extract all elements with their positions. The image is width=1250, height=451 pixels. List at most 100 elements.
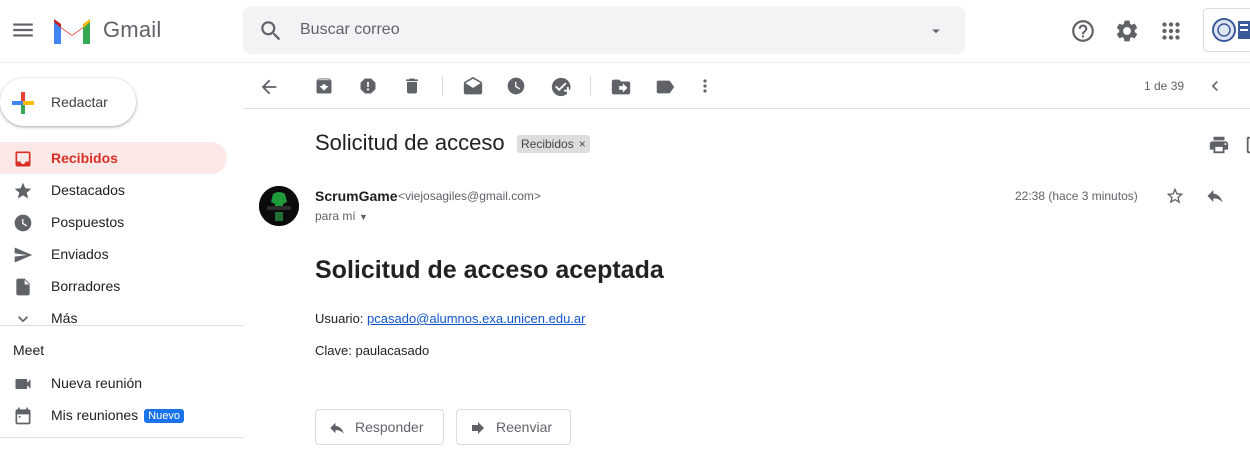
sidebar-item-drafts[interactable]: Borradores bbox=[0, 270, 227, 302]
sender-email: <viejosagiles@gmail.com> bbox=[398, 189, 541, 203]
newer-button[interactable] bbox=[1205, 76, 1225, 96]
apps-grid-icon bbox=[1162, 22, 1180, 40]
message-timestamp: 22:38 (hace 3 minutos) bbox=[1015, 189, 1138, 203]
inbox-icon bbox=[15, 151, 31, 167]
hamburger-menu-icon bbox=[13, 23, 33, 37]
open-new-window-button[interactable] bbox=[1244, 134, 1250, 154]
more-icon bbox=[703, 79, 707, 93]
chevron-down-icon bbox=[18, 316, 28, 323]
recipient-details[interactable]: para mí ▼ bbox=[315, 209, 368, 223]
settings-button[interactable] bbox=[1114, 18, 1140, 44]
add-to-tasks-button[interactable] bbox=[550, 76, 572, 98]
scrumgame-avatar-icon bbox=[259, 186, 299, 226]
star-outline-icon bbox=[1166, 187, 1184, 204]
toolbar-divider bbox=[243, 108, 1250, 109]
organization-logo-icon bbox=[1212, 18, 1250, 42]
email-body-user-line: Usuario: pcasado@alumnos.exa.unicen.edu.… bbox=[315, 311, 585, 326]
remove-label-icon[interactable]: × bbox=[579, 137, 586, 151]
label-chip[interactable]: Recibidos × bbox=[517, 135, 590, 153]
email-body-password-line: Clave: paulacasado bbox=[315, 343, 430, 358]
forward-button[interactable]: Reenviar bbox=[456, 409, 571, 445]
search-button[interactable] bbox=[258, 18, 284, 44]
caret-down-icon bbox=[932, 29, 940, 34]
calendar-icon bbox=[15, 407, 31, 425]
snooze-icon bbox=[507, 77, 525, 95]
sidebar-item-label: Pospuestos bbox=[51, 214, 125, 230]
reply-icon-button[interactable] bbox=[1205, 186, 1225, 206]
meet-section-title: Meet bbox=[13, 342, 45, 358]
mark-unread-icon bbox=[463, 76, 483, 95]
search-options-button[interactable] bbox=[927, 22, 945, 40]
video-icon bbox=[15, 379, 31, 389]
search-icon bbox=[261, 21, 281, 41]
gmail-m-icon bbox=[54, 19, 90, 44]
meet-new-meeting[interactable]: Nueva reunión bbox=[0, 367, 227, 399]
forward-icon bbox=[472, 422, 484, 434]
sender-name: ScrumGame bbox=[315, 188, 398, 204]
user-label: Usuario: bbox=[315, 311, 368, 326]
email-subject: Solicitud de acceso bbox=[315, 130, 505, 155]
meet-item-label-wrapper: Mis reuniones Nuevo bbox=[51, 407, 184, 424]
gmail-wordmark: Gmail bbox=[103, 17, 162, 42]
meet-my-meetings[interactable]: Mis reuniones Nuevo bbox=[0, 399, 227, 431]
caret-down-icon: ▼ bbox=[359, 212, 368, 222]
mark-unread-button[interactable] bbox=[462, 76, 484, 98]
back-button[interactable] bbox=[258, 76, 280, 98]
archive-button[interactable] bbox=[314, 76, 334, 96]
delete-icon bbox=[406, 78, 418, 94]
account-button[interactable] bbox=[1203, 8, 1250, 52]
star-icon bbox=[14, 182, 32, 199]
clock-icon bbox=[14, 214, 32, 232]
star-message-button[interactable] bbox=[1165, 186, 1185, 206]
sidebar-item-label: Destacados bbox=[51, 182, 125, 198]
report-spam-button[interactable] bbox=[358, 76, 378, 96]
help-icon bbox=[1072, 20, 1094, 42]
recipient-text: para mí bbox=[315, 209, 356, 223]
compose-label: Redactar bbox=[51, 94, 108, 110]
sidebar-item-more[interactable]: Más bbox=[0, 302, 227, 334]
compose-button[interactable]: Redactar bbox=[0, 78, 136, 126]
sidebar-item-snoozed[interactable]: Pospuestos bbox=[0, 206, 227, 238]
sidebar-item-label: Más bbox=[51, 310, 78, 326]
reply-label: Responder bbox=[355, 419, 424, 435]
sidebar-item-starred[interactable]: Destacados bbox=[0, 174, 227, 206]
move-to-button[interactable] bbox=[610, 76, 632, 98]
sidebar-item-inbox[interactable]: Recibidos bbox=[0, 142, 227, 174]
main-menu-button[interactable] bbox=[10, 17, 36, 43]
print-button[interactable] bbox=[1208, 134, 1230, 156]
back-arrow-icon bbox=[261, 79, 277, 95]
reply-button[interactable]: Responder bbox=[315, 409, 444, 445]
labels-button[interactable] bbox=[654, 76, 676, 98]
new-badge: Nuevo bbox=[144, 409, 184, 423]
gmail-logo[interactable] bbox=[52, 16, 92, 46]
sidebar-item-label: Enviados bbox=[51, 246, 109, 262]
move-to-icon bbox=[611, 79, 631, 95]
forward-label: Reenviar bbox=[496, 419, 553, 435]
new-window-icon bbox=[1246, 136, 1250, 154]
sidebar-item-label: Borradores bbox=[51, 278, 121, 294]
chevron-left-icon bbox=[1211, 81, 1218, 91]
draft-icon bbox=[16, 278, 30, 296]
add-task-icon bbox=[551, 77, 571, 97]
support-button[interactable] bbox=[1070, 18, 1096, 44]
sidebar-divider bbox=[0, 325, 243, 326]
user-email-link[interactable]: pcasado@alumnos.exa.unicen.edu.ar bbox=[367, 311, 585, 326]
sidebar-divider-bottom bbox=[0, 437, 243, 438]
apps-button[interactable] bbox=[1158, 18, 1184, 44]
sender-avatar[interactable] bbox=[259, 186, 299, 226]
snooze-button[interactable] bbox=[506, 76, 526, 96]
toolbar-separator bbox=[442, 76, 443, 96]
sidebar-item-sent[interactable]: Enviados bbox=[0, 238, 227, 270]
gear-icon bbox=[1116, 20, 1138, 42]
more-options-button[interactable] bbox=[695, 76, 715, 96]
plus-icon bbox=[12, 92, 34, 114]
email-body-heading: Solicitud de acceso aceptada bbox=[315, 256, 664, 284]
delete-button[interactable] bbox=[402, 76, 422, 96]
meet-item-label: Nueva reunión bbox=[51, 375, 143, 391]
reply-icon bbox=[330, 422, 344, 434]
search-input[interactable] bbox=[300, 13, 900, 47]
send-icon bbox=[14, 247, 33, 263]
report-spam-icon bbox=[360, 78, 376, 94]
sidebar-item-label: Recibidos bbox=[51, 150, 118, 166]
reply-icon bbox=[1207, 190, 1223, 203]
